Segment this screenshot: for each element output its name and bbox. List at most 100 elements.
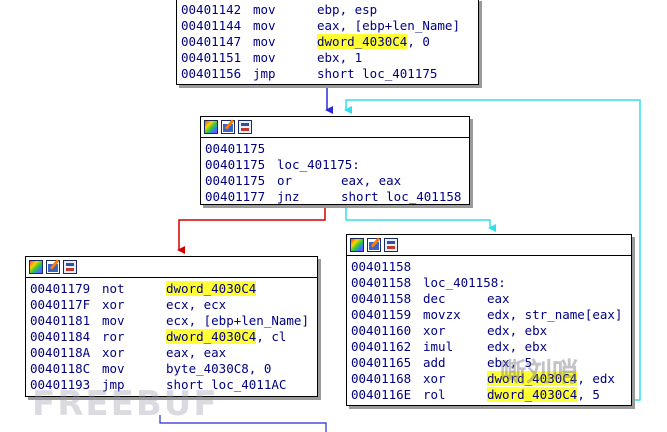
group-nodes-icon[interactable] [238,120,252,134]
instruction-mnemonic: imul [423,339,454,354]
instruction-address: 00401156 [181,66,242,81]
instruction-address: 00401160 [351,323,412,338]
code-block-401179[interactable]: 00401179 not dword_4030C4 0040117F xor ecx, e… [25,256,318,397]
operand-text: , edx [577,371,615,386]
operand-text: short loc_401175 [317,66,438,81]
instruction-address: 00401175 [205,141,266,156]
instruction-line[interactable]: 00401158 dec eax [351,291,631,307]
operand-text: short loc_401158 [341,189,462,204]
instruction-line[interactable]: 00401160 xor edx, ebx [351,323,631,339]
instruction-address: 00401184 [30,329,91,344]
instruction-mnemonic: ror [102,329,125,344]
instruction-operands: dword_4030C4, cl [166,329,286,345]
operand-text: ecx, [ebp+len_Name] [166,313,309,328]
instruction-line[interactable]: 00401184 ror dword_4030C4, cl [30,329,317,345]
rename-node-icon[interactable] [367,238,381,252]
block-toolbar [201,117,469,138]
group-nodes-icon[interactable] [63,260,77,274]
instruction-address: 0040118C [30,361,91,376]
instruction-line[interactable]: 00401158 loc_401158: [351,275,631,291]
instruction-line[interactable]: 00401156 jmp short loc_401175 [181,66,478,82]
instruction-line[interactable]: 00401158 [351,259,631,275]
instruction-line[interactable]: 00401168 xor dword_4030C4, edx [351,371,631,387]
instruction-operands: ecx, ecx [166,297,226,313]
instruction-mnemonic: dec [423,291,446,306]
rename-node-icon[interactable] [221,120,235,134]
instruction-address: 00401168 [351,371,412,386]
instruction-line[interactable]: 00401151 mov ebx, 1 [181,50,478,66]
group-nodes-icon[interactable] [384,238,398,252]
block-toolbar [26,257,317,278]
color-palette-icon[interactable] [350,238,364,252]
instruction-operands: eax [487,291,510,307]
instruction-address: 00401158 [351,259,412,274]
instruction-mnemonic: xor [102,345,125,360]
highlighted-symbol[interactable]: dword_4030C4 [487,387,578,402]
instruction-operands: eax, [ebp+len_Name] [317,18,460,34]
operand-text: , cl [256,329,287,344]
instruction-line[interactable]: 00401142 mov ebp, esp [181,2,478,18]
color-palette-icon[interactable] [204,120,218,134]
instruction-line[interactable]: 0040118C mov byte_4030C8, 0 [30,361,317,377]
instruction-operands: dword_4030C4 [166,281,257,297]
color-palette-icon[interactable] [29,260,43,274]
instruction-mnemonic: jnz [277,189,300,204]
instruction-mnemonic: add [423,355,446,370]
instruction-mnemonic: loc_401175: [277,157,360,172]
instruction-line[interactable]: 00401179 not dword_4030C4 [30,281,317,297]
operand-text: eax [487,291,510,306]
instruction-address: 00401177 [205,189,266,204]
instruction-address: 00401142 [181,2,242,17]
instruction-mnemonic [277,141,341,157]
highlighted-symbol[interactable]: dword_4030C4 [166,281,257,296]
instruction-mnemonic: mov [102,361,125,376]
edge-branch-false [345,205,496,232]
instruction-operands: ebx, 1 [317,50,362,66]
instruction-line[interactable]: 00401175 [205,141,469,157]
instruction-line[interactable]: 00401177 jnz short loc_401158 [205,189,469,205]
instruction-line[interactable]: 00401144 mov eax, [ebp+len_Name] [181,18,478,34]
instruction-line[interactable]: 00401175 or eax, eax [205,173,469,189]
instruction-address: 00401151 [181,50,242,65]
block-body: 00401142 mov ebp, esp 00401144 mov eax, [ebp+… [177,0,478,84]
instruction-line[interactable]: 0040117F xor ecx, ecx [30,297,317,313]
operand-text: byte_4030C8, 0 [166,361,272,376]
instruction-mnemonic: mov [253,34,276,49]
instruction-line[interactable]: 00401165 add ebx, 5 [351,355,631,371]
edge-branch-true [177,205,326,254]
instruction-mnemonic: loc_401158: [423,275,506,290]
instruction-line[interactable]: 00401162 imul edx, ebx [351,339,631,355]
instruction-address: 00401175 [205,157,266,172]
instruction-operands: ecx, [ebp+len_Name] [166,313,309,329]
instruction-mnemonic: jmp [253,66,276,81]
instruction-mnemonic: xor [423,371,446,386]
code-block-loc-401175[interactable]: 00401175 00401175 loc_401175: 00401175 or eax… [200,116,470,205]
operand-text: ebp, esp [317,2,378,17]
instruction-mnemonic: mov [253,50,276,65]
rename-node-icon[interactable] [46,260,60,274]
code-block-loc-401158[interactable]: 00401158 00401158 loc_401158: 00401158 dec ea… [346,234,632,406]
instruction-mnemonic: rol [423,387,446,402]
instruction-line[interactable]: 00401147 mov dword_4030C4, 0 [181,34,478,50]
highlighted-symbol[interactable]: dword_4030C4 [317,34,408,49]
instruction-line[interactable]: 0040118A xor eax, eax [30,345,317,361]
highlighted-symbol[interactable]: dword_4030C4 [166,329,257,344]
instruction-operands: ebp, esp [317,2,377,18]
cn-watermark: 嘶刘哨 [500,358,579,388]
instruction-address: 00401181 [30,313,91,328]
instruction-line[interactable]: 0040116E rol dword_4030C4, 5 [351,387,631,403]
freebuf-watermark: FREEBUF [32,384,219,424]
instruction-mnemonic: xor [423,323,446,338]
instruction-line[interactable]: 00401159 movzx edx, str_name[eax] [351,307,631,323]
instruction-line[interactable]: 00401175 loc_401175: [205,157,469,173]
instruction-line[interactable]: 00401181 mov ecx, [ebp+len_Name] [30,313,317,329]
instruction-mnemonic [423,259,487,275]
instruction-address: 00401165 [351,355,412,370]
instruction-address: 00401159 [351,307,412,322]
instruction-mnemonic: mov [253,2,276,17]
instruction-operands: eax, eax [341,173,401,189]
operand-text: eax, eax [341,173,402,188]
code-block-401142[interactable]: 00401142 mov ebp, esp 00401144 mov eax, [ebp+… [176,0,479,85]
operand-text: ebx, 1 [317,50,363,65]
instruction-address: 00401158 [351,291,412,306]
